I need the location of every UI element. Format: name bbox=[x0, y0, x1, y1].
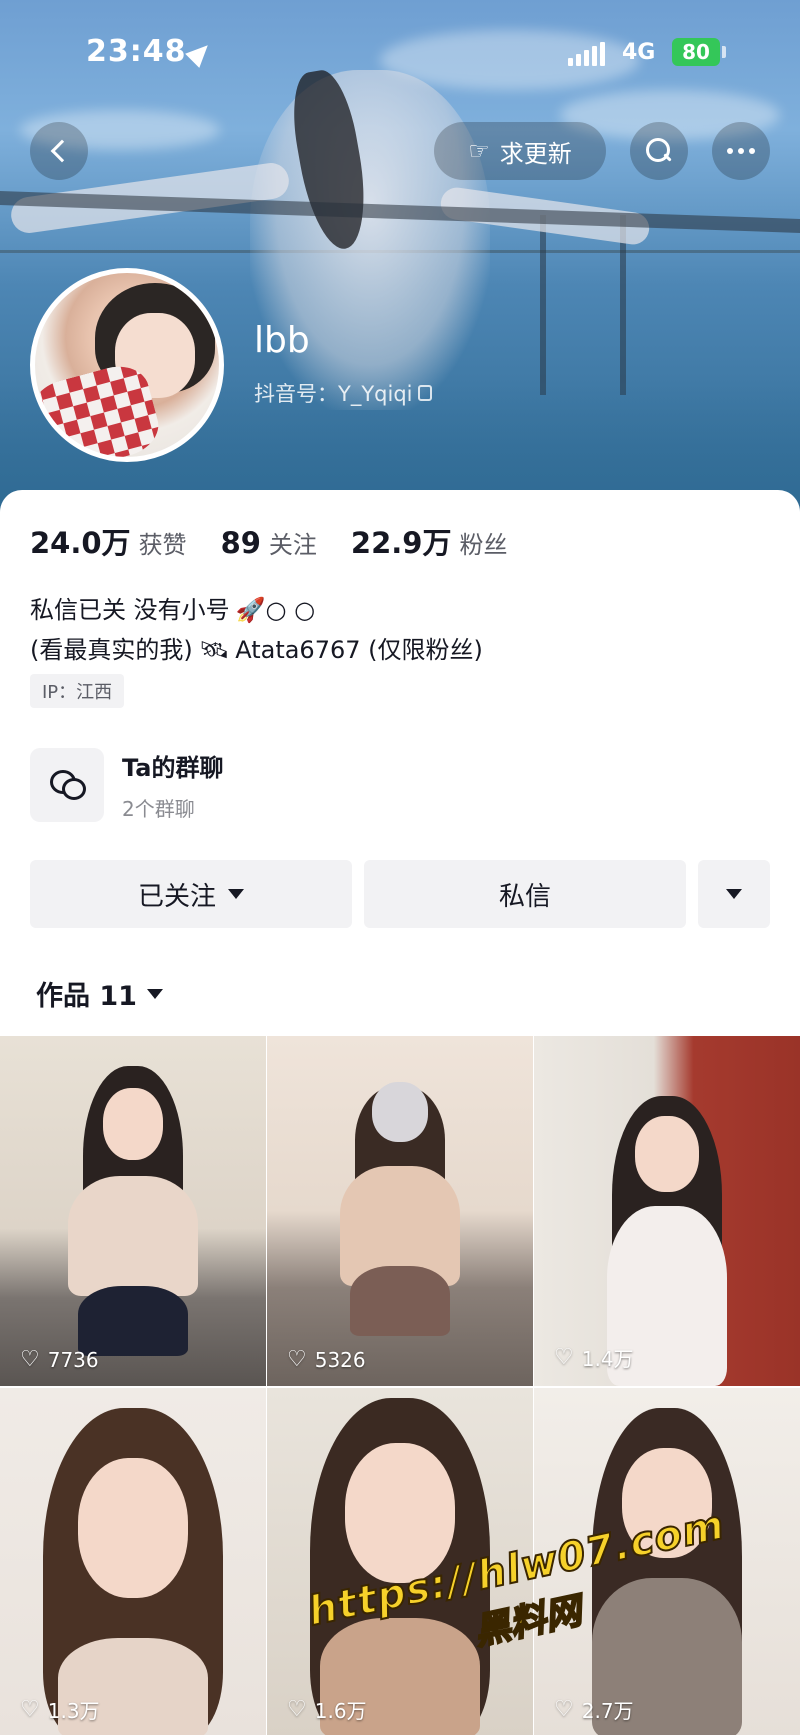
video-thumbnail[interactable]: ♡ 7736 bbox=[0, 1036, 266, 1386]
video-likes: ♡ 2.7万 bbox=[554, 1697, 634, 1723]
ip-location-tag: IP：江西 bbox=[30, 674, 125, 708]
satellite-icon: 🛰 bbox=[198, 636, 230, 664]
video-likes: ♡ 7736 bbox=[20, 1347, 99, 1372]
video-likes: ♡ 1.3万 bbox=[20, 1697, 100, 1723]
more-button[interactable] bbox=[712, 122, 770, 180]
search-button[interactable] bbox=[630, 122, 688, 180]
video-likes: ♡ 5326 bbox=[287, 1347, 366, 1372]
stat-label: 关注 bbox=[268, 531, 317, 559]
caret-down-icon bbox=[726, 889, 742, 899]
caret-down-icon bbox=[146, 988, 163, 999]
works-tab[interactable]: 作品 11 bbox=[36, 974, 163, 1013]
stat-label: 粉丝 bbox=[459, 531, 508, 559]
video-thumbnail[interactable]: ♡ 1.3万 bbox=[0, 1388, 266, 1735]
signal-icon bbox=[568, 42, 605, 66]
back-chevron-icon bbox=[50, 139, 74, 163]
location-arrow-icon bbox=[185, 38, 215, 68]
bio-line-2-prefix: (看最真实的我) bbox=[30, 636, 193, 664]
back-button[interactable] bbox=[30, 122, 88, 180]
douyin-id-text: 抖音号：Y_Yqiqi bbox=[254, 382, 413, 406]
heart-icon: ♡ bbox=[20, 1347, 40, 1372]
group-chat-entry[interactable]: Ta的群聊 2个群聊 bbox=[30, 748, 223, 822]
search-icon bbox=[646, 138, 672, 164]
followed-button[interactable]: 已关注 bbox=[30, 860, 352, 928]
caret-down-icon bbox=[228, 889, 244, 899]
video-likes: ♡ 1.6万 bbox=[287, 1697, 367, 1723]
stat-value: 22.9万 bbox=[350, 526, 452, 560]
profile-actions: 已关注 私信 bbox=[30, 860, 770, 928]
video-thumbnail[interactable]: ♡ 1.4万 bbox=[534, 1036, 800, 1386]
heart-icon: ♡ bbox=[287, 1697, 307, 1722]
group-chat-count: 2个群聊 bbox=[122, 797, 195, 821]
stat-followers[interactable]: 22.9万 粉丝 bbox=[351, 520, 508, 562]
request-update-button[interactable]: ☞ 求更新 bbox=[434, 122, 606, 180]
more-actions-button[interactable] bbox=[698, 860, 770, 928]
group-chat-title: Ta的群聊 bbox=[122, 754, 224, 782]
network-type: 4G bbox=[622, 40, 656, 65]
stat-following[interactable]: 89 关注 bbox=[221, 525, 317, 560]
rocket-icon: 🚀○ ○ bbox=[235, 596, 316, 624]
group-chat-icon bbox=[30, 748, 104, 822]
battery-icon: 80 bbox=[672, 38, 720, 66]
bio-line-1: 私信已关 没有小号 bbox=[30, 596, 230, 624]
followed-label: 已关注 bbox=[137, 881, 216, 912]
message-label: 私信 bbox=[498, 881, 551, 912]
message-button[interactable]: 私信 bbox=[364, 860, 686, 928]
bio-line-2-suffix: Atata6767 (仅限粉丝) bbox=[235, 636, 483, 664]
stat-value: 24.0万 bbox=[30, 526, 131, 560]
video-thumbnail[interactable]: ♡ 5326 bbox=[267, 1036, 533, 1386]
more-dots-icon bbox=[727, 148, 755, 154]
douyin-id[interactable]: 抖音号：Y_Yqiqi bbox=[254, 378, 433, 408]
stat-value: 89 bbox=[220, 526, 261, 560]
avatar[interactable] bbox=[30, 268, 224, 462]
status-bar: 23:48 4G 80 bbox=[0, 0, 800, 100]
video-likes: ♡ 1.4万 bbox=[554, 1345, 634, 1371]
stat-label: 获赞 bbox=[138, 531, 187, 559]
heart-icon: ♡ bbox=[554, 1345, 574, 1370]
heart-icon: ♡ bbox=[287, 1347, 307, 1372]
status-time: 23:48 bbox=[86, 34, 187, 69]
copy-icon[interactable] bbox=[418, 385, 433, 401]
profile-stats: 24.0万 获赞 89 关注 22.9万 粉丝 bbox=[30, 520, 507, 562]
works-tab-label: 作品 11 bbox=[36, 981, 137, 1012]
profile-bio: 私信已关 没有小号 🚀○ ○ (看最真实的我) 🛰 Atata6767 (仅限粉… bbox=[30, 590, 483, 670]
heart-icon: ♡ bbox=[20, 1697, 40, 1722]
request-update-label: 求更新 bbox=[499, 139, 572, 168]
heart-icon: ♡ bbox=[554, 1697, 574, 1722]
pointing-hand-icon: ☞ bbox=[468, 137, 490, 165]
profile-name: lbb bbox=[254, 320, 310, 361]
stat-likes[interactable]: 24.0万 获赞 bbox=[30, 520, 187, 562]
